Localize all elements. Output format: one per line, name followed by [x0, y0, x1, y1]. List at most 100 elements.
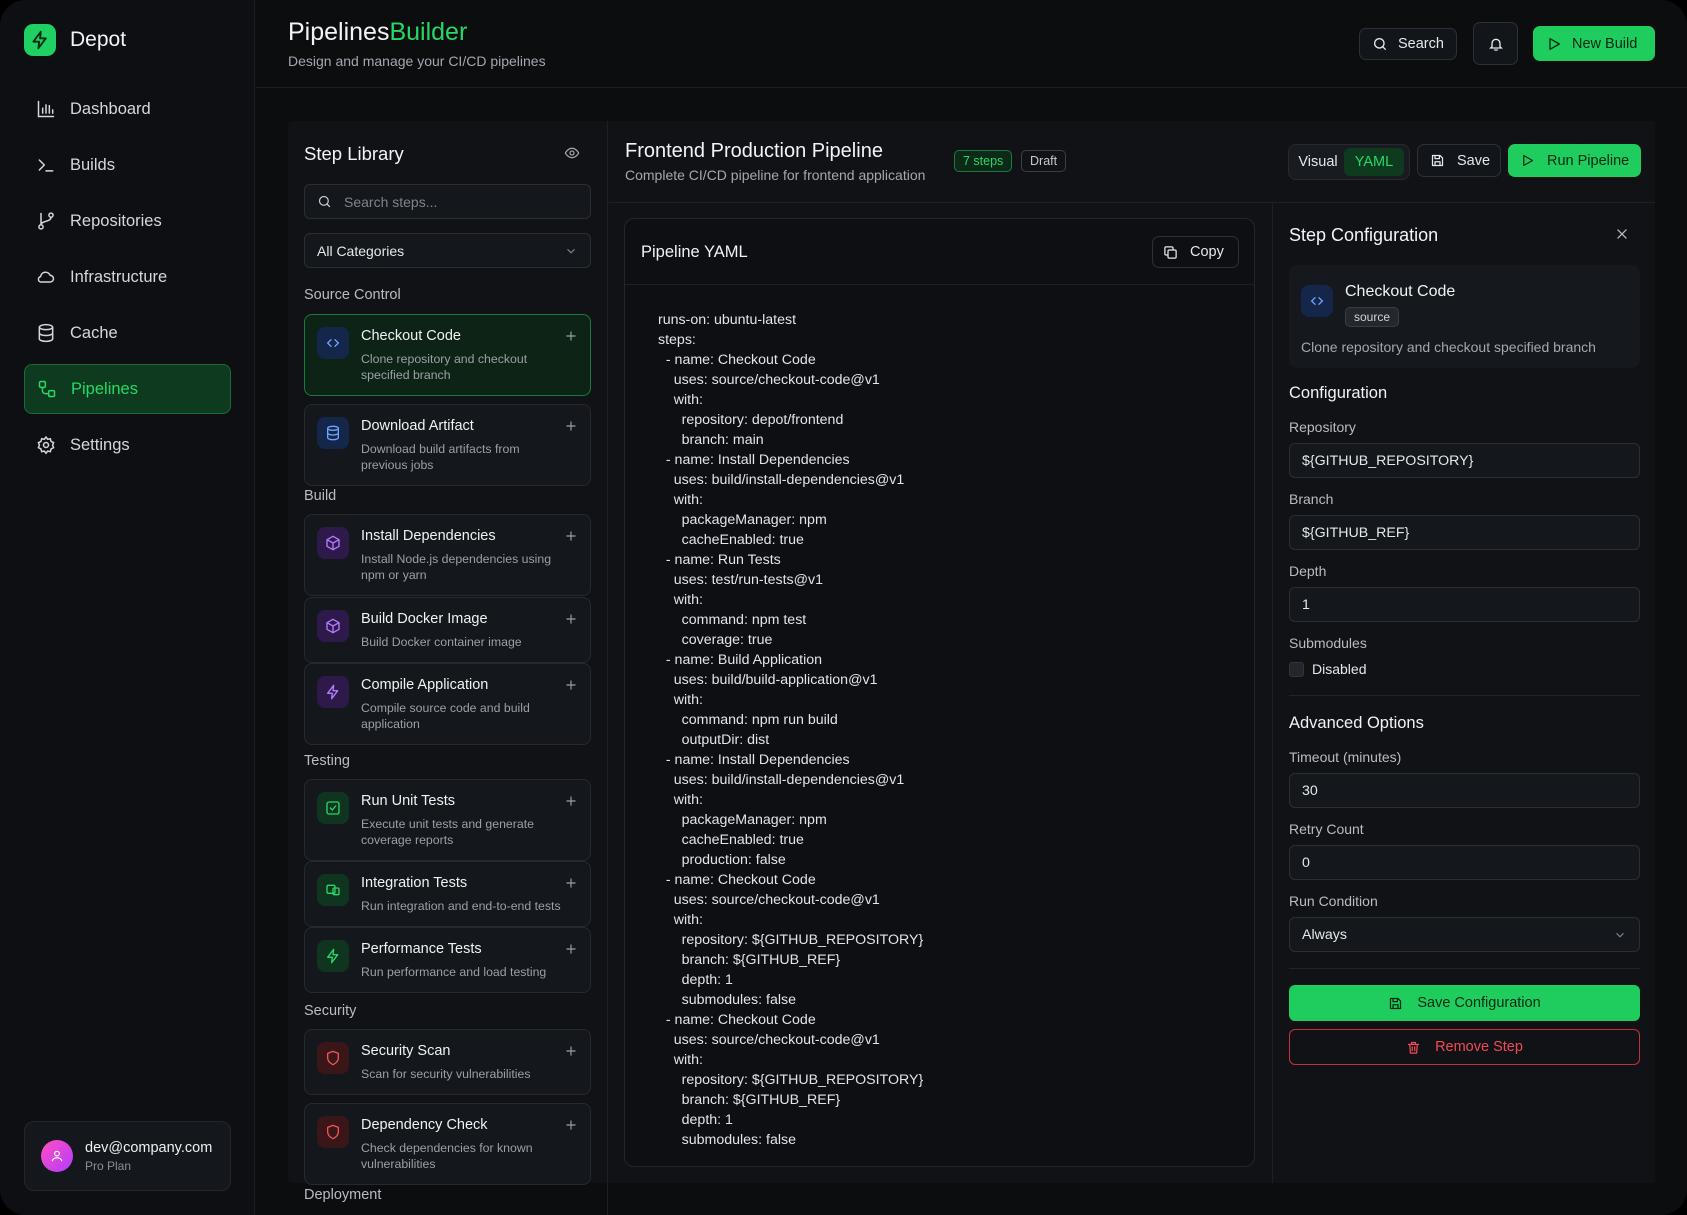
category-select[interactable]: All Categories — [304, 233, 591, 268]
page-title: PipelinesBuilder — [288, 18, 467, 47]
remove-step-button[interactable]: Remove Step — [1289, 1029, 1640, 1065]
main-nav: Dashboard Builds Repositories Infrastruc… — [24, 84, 231, 476]
selected-step-desc: Clone repository and checkout specified … — [1301, 339, 1596, 355]
depth-value: 1 — [1302, 596, 1310, 613]
save-configuration-label: Save Configuration — [1417, 995, 1541, 1011]
bell-icon — [1488, 38, 1503, 51]
step-search-placeholder: Search steps... — [344, 193, 438, 210]
plus-icon[interactable] — [564, 942, 578, 956]
notifications-button[interactable] — [1473, 22, 1518, 65]
step-name: Build Docker Image — [361, 611, 488, 627]
step-card-compile-application[interactable]: Compile Application Compile source code … — [304, 663, 591, 745]
retry-input[interactable]: 0 — [1289, 845, 1640, 880]
step-library: Step Library Search steps... All Categor… — [288, 121, 608, 1215]
step-desc: Run integration and end-to-end tests — [361, 899, 561, 913]
terminal-icon — [38, 159, 54, 172]
depth-input[interactable]: 1 — [1289, 587, 1640, 622]
step-name: Security Scan — [361, 1043, 451, 1059]
tab-yaml[interactable]: YAML — [1344, 148, 1404, 176]
timeout-label: Timeout (minutes) — [1289, 749, 1402, 765]
step-config-panel: Step Configuration Checkout Code source … — [1272, 203, 1655, 1183]
copy-button[interactable]: Copy — [1152, 236, 1239, 268]
checkbox-box[interactable] — [1289, 661, 1304, 677]
repository-label: Repository — [1289, 419, 1356, 435]
plus-icon[interactable] — [564, 1044, 578, 1058]
submodules-checkbox[interactable]: Disabled — [1289, 661, 1366, 677]
nav-item-builds[interactable]: Builds — [24, 140, 231, 190]
plus-icon[interactable] — [564, 329, 578, 343]
timeout-input[interactable]: 30 — [1289, 773, 1640, 808]
step-card-install-dependencies[interactable]: Install Dependencies Install Node.js dep… — [304, 514, 591, 596]
user-card[interactable]: dev@company.com Pro Plan — [24, 1121, 231, 1191]
nav-item-infrastructure[interactable]: Infrastructure — [24, 252, 231, 302]
selected-step-name: Checkout Code — [1345, 283, 1456, 300]
yaml-code[interactable]: runs-on: ubuntu-latest steps: - name: Ch… — [658, 310, 923, 1150]
nav-label: Repositories — [70, 211, 162, 230]
plus-icon[interactable] — [564, 794, 578, 808]
save-icon — [1431, 154, 1444, 167]
timeout-value: 30 — [1302, 782, 1318, 799]
step-card-build-docker-image[interactable]: Build Docker Image Build Docker containe… — [304, 597, 591, 663]
workflow-icon — [38, 380, 56, 398]
repository-input[interactable]: ${GITHUB_REPOSITORY} — [1289, 443, 1640, 478]
app-window: Depot Dashboard Builds Repositories Infr… — [0, 0, 1687, 1215]
step-card-run-unit-tests[interactable]: Run Unit Tests Execute unit tests and ge… — [304, 779, 591, 861]
step-search-input[interactable]: Search steps... — [304, 184, 591, 219]
check-square-icon — [317, 792, 349, 824]
plus-icon[interactable] — [564, 1118, 578, 1132]
step-name: Install Dependencies — [361, 528, 496, 544]
step-card-dependency-check[interactable]: Dependency Check Check dependencies for … — [304, 1103, 591, 1185]
step-desc: Run performance and load testing — [361, 965, 547, 979]
branch-label: Branch — [1289, 491, 1334, 507]
selected-step-card: Checkout Code source Clone repository an… — [1289, 265, 1640, 368]
step-name: Performance Tests — [361, 941, 482, 957]
bar-chart-icon — [37, 100, 55, 118]
category-heading: Testing — [304, 753, 350, 769]
branch-input[interactable]: ${GITHUB_REF} — [1289, 515, 1640, 550]
pipeline-name: Frontend Production Pipeline — [625, 140, 883, 162]
page-subtitle: Design and manage your CI/CD pipelines — [288, 53, 546, 69]
shield-icon — [317, 1042, 349, 1074]
plus-icon[interactable] — [564, 529, 578, 543]
step-desc: Compile source code and build applicatio… — [361, 701, 530, 731]
step-desc: Build Docker container image — [361, 635, 522, 649]
new-build-button[interactable]: New Build — [1533, 26, 1655, 61]
search-icon — [318, 195, 331, 208]
nav-item-settings[interactable]: Settings — [24, 420, 231, 470]
yaml-panel-header: Pipeline YAML Copy — [625, 219, 1254, 285]
plus-icon[interactable] — [564, 876, 578, 890]
save-button[interactable]: Save — [1417, 144, 1501, 177]
step-library-title: Step Library — [304, 143, 404, 164]
nav-item-dashboard[interactable]: Dashboard — [24, 84, 231, 134]
search-button-label: Search — [1398, 36, 1444, 52]
search-icon — [1374, 38, 1386, 50]
plus-icon[interactable] — [564, 612, 578, 626]
step-card-download-artifact[interactable]: Download Artifact Download build artifac… — [304, 404, 591, 486]
close-icon[interactable] — [1615, 227, 1629, 241]
step-card-integration-tests[interactable]: Integration Tests Run integration and en… — [304, 861, 591, 927]
step-card-security-scan[interactable]: Security Scan Scan for security vulnerab… — [304, 1029, 591, 1095]
step-card-performance-tests[interactable]: Performance Tests Run performance and lo… — [304, 927, 591, 993]
package-icon — [317, 527, 349, 559]
save-configuration-button[interactable]: Save Configuration — [1289, 985, 1640, 1021]
run-pipeline-button[interactable]: Run Pipeline — [1508, 144, 1641, 177]
step-card-checkout-code[interactable]: Checkout Code Clone repository and check… — [304, 314, 591, 396]
tab-visual[interactable]: Visual — [1292, 154, 1344, 170]
database-icon — [317, 417, 349, 449]
new-build-label: New Build — [1572, 35, 1638, 52]
plus-icon[interactable] — [564, 678, 578, 692]
step-name: Integration Tests — [361, 875, 468, 891]
run-condition-select[interactable]: Always — [1289, 917, 1640, 952]
run-condition-label: Run Condition — [1289, 893, 1378, 909]
nav-item-repositories[interactable]: Repositories — [24, 196, 231, 246]
nav-item-cache[interactable]: Cache — [24, 308, 231, 358]
step-desc: Execute unit tests and generate coverage… — [361, 817, 534, 847]
search-button[interactable]: Search — [1359, 28, 1457, 60]
top-header: PipelinesBuilder Design and manage your … — [256, 0, 1687, 88]
nav-item-pipelines[interactable]: Pipelines — [24, 364, 231, 414]
eye-icon[interactable] — [564, 145, 580, 161]
copy-button-label: Copy — [1190, 244, 1224, 260]
trash-icon — [1407, 1041, 1420, 1054]
plus-icon[interactable] — [564, 419, 578, 433]
brand[interactable]: Depot — [24, 24, 126, 56]
